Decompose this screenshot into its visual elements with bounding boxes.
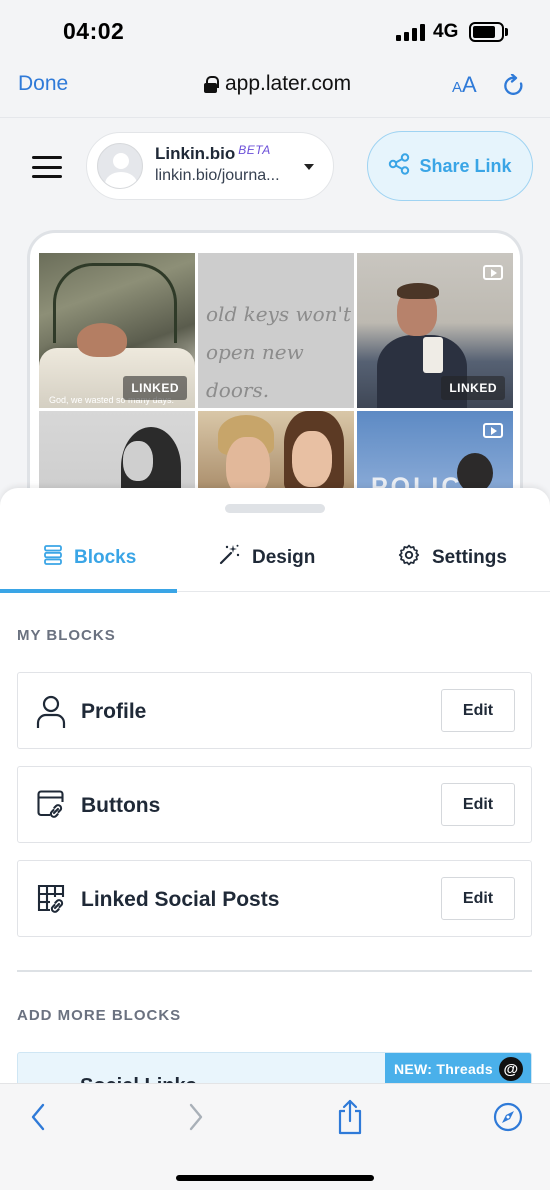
post-tile[interactable]: God, we wasted so many days. LINKED xyxy=(39,253,195,408)
share-sheet-icon[interactable] xyxy=(336,1099,364,1140)
app-header: Linkin.bio BETA linkin.bio/journa... Shar… xyxy=(0,118,550,228)
tab-blocks[interactable]: Blocks xyxy=(44,524,136,592)
tab-settings[interactable]: Settings xyxy=(398,524,507,592)
block-name: Buttons xyxy=(81,794,161,817)
battery-tip xyxy=(505,28,508,36)
tab-bar: Blocks Design Settings xyxy=(0,524,550,592)
edit-linked-social-posts-button[interactable]: Edit xyxy=(441,877,515,920)
text-size-button[interactable]: AA xyxy=(452,72,477,98)
compass-icon[interactable] xyxy=(493,1102,523,1137)
badge-label: NEW: Threads xyxy=(393,1061,493,1077)
tab-design[interactable]: Design xyxy=(218,524,315,592)
url-text: app.later.com xyxy=(225,72,352,95)
network-type: 4G xyxy=(433,21,459,42)
block-card-linked-social-posts[interactable]: Linked Social Posts Edit xyxy=(17,860,532,937)
my-blocks-heading: MY BLOCKS xyxy=(17,627,116,644)
post-grid: God, we wasted so many days. LINKED old … xyxy=(39,253,513,510)
brand-name: Linkin.bio xyxy=(155,144,236,163)
share-link-button[interactable]: Share Link xyxy=(367,131,533,201)
threads-icon: @ xyxy=(499,1057,523,1081)
video-icon xyxy=(483,265,503,280)
new-threads-badge: NEW: Threads @ xyxy=(384,1053,531,1085)
active-tab-indicator xyxy=(0,589,177,593)
tab-label: Settings xyxy=(432,547,507,568)
browser-toolbar xyxy=(0,1083,550,1190)
gear-icon xyxy=(398,544,420,572)
edit-buttons-button[interactable]: Edit xyxy=(441,783,515,826)
avatar xyxy=(97,143,143,189)
status-bar: 04:02 4G xyxy=(0,0,550,60)
beta-badge: BETA xyxy=(238,143,271,157)
post-text: old keys won't open new doors. xyxy=(206,302,352,402)
post-tile[interactable]: LINKED xyxy=(357,253,513,408)
magic-wand-icon xyxy=(218,544,240,572)
profile-url: linkin.bio/journa... xyxy=(155,167,280,184)
block-card-profile[interactable]: Profile Edit xyxy=(17,672,532,749)
share-label: Share Link xyxy=(419,155,512,176)
share-icon xyxy=(388,152,410,180)
battery-icon xyxy=(469,22,504,42)
video-icon xyxy=(483,423,503,438)
grid-link-icon xyxy=(36,883,68,920)
home-indicator[interactable] xyxy=(176,1175,374,1181)
user-icon xyxy=(36,695,66,734)
link-window-icon xyxy=(36,789,68,826)
brand-title: Linkin.bio BETA xyxy=(155,143,271,164)
blocks-icon xyxy=(44,545,62,571)
block-name: Linked Social Posts xyxy=(81,888,280,911)
forward-icon[interactable] xyxy=(188,1102,204,1137)
profile-selector[interactable]: Linkin.bio BETA linkin.bio/journa... xyxy=(86,132,334,200)
post-tile[interactable]: old keys won't open new doors. xyxy=(198,253,354,408)
section-divider xyxy=(17,970,532,972)
chevron-down-icon xyxy=(304,164,314,170)
reload-icon[interactable] xyxy=(504,73,526,103)
linked-badge: LINKED xyxy=(441,376,505,400)
tab-label: Design xyxy=(252,547,316,568)
hamburger-menu-icon[interactable] xyxy=(32,156,62,178)
linked-badge: LINKED xyxy=(123,376,187,400)
block-card-buttons[interactable]: Buttons Edit xyxy=(17,766,532,843)
phone-preview: God, we wasted so many days. LINKED old … xyxy=(27,230,523,510)
done-button[interactable]: Done xyxy=(18,72,68,96)
clock: 04:02 xyxy=(63,18,125,44)
address-bar[interactable]: app.later.com xyxy=(204,72,351,96)
sheet-handle[interactable] xyxy=(225,504,325,513)
browser-header: Done app.later.com AA xyxy=(0,60,550,118)
bottom-sheet: Blocks Design Settings MY BLOCKS Profile… xyxy=(0,488,550,1088)
back-icon[interactable] xyxy=(30,1102,46,1137)
tab-label: Blocks xyxy=(74,547,137,568)
signal-icon xyxy=(396,24,425,41)
edit-profile-button[interactable]: Edit xyxy=(441,689,515,732)
add-more-blocks-heading: ADD MORE BLOCKS xyxy=(17,1007,182,1024)
lock-icon xyxy=(204,75,219,93)
block-name: Profile xyxy=(81,700,147,723)
